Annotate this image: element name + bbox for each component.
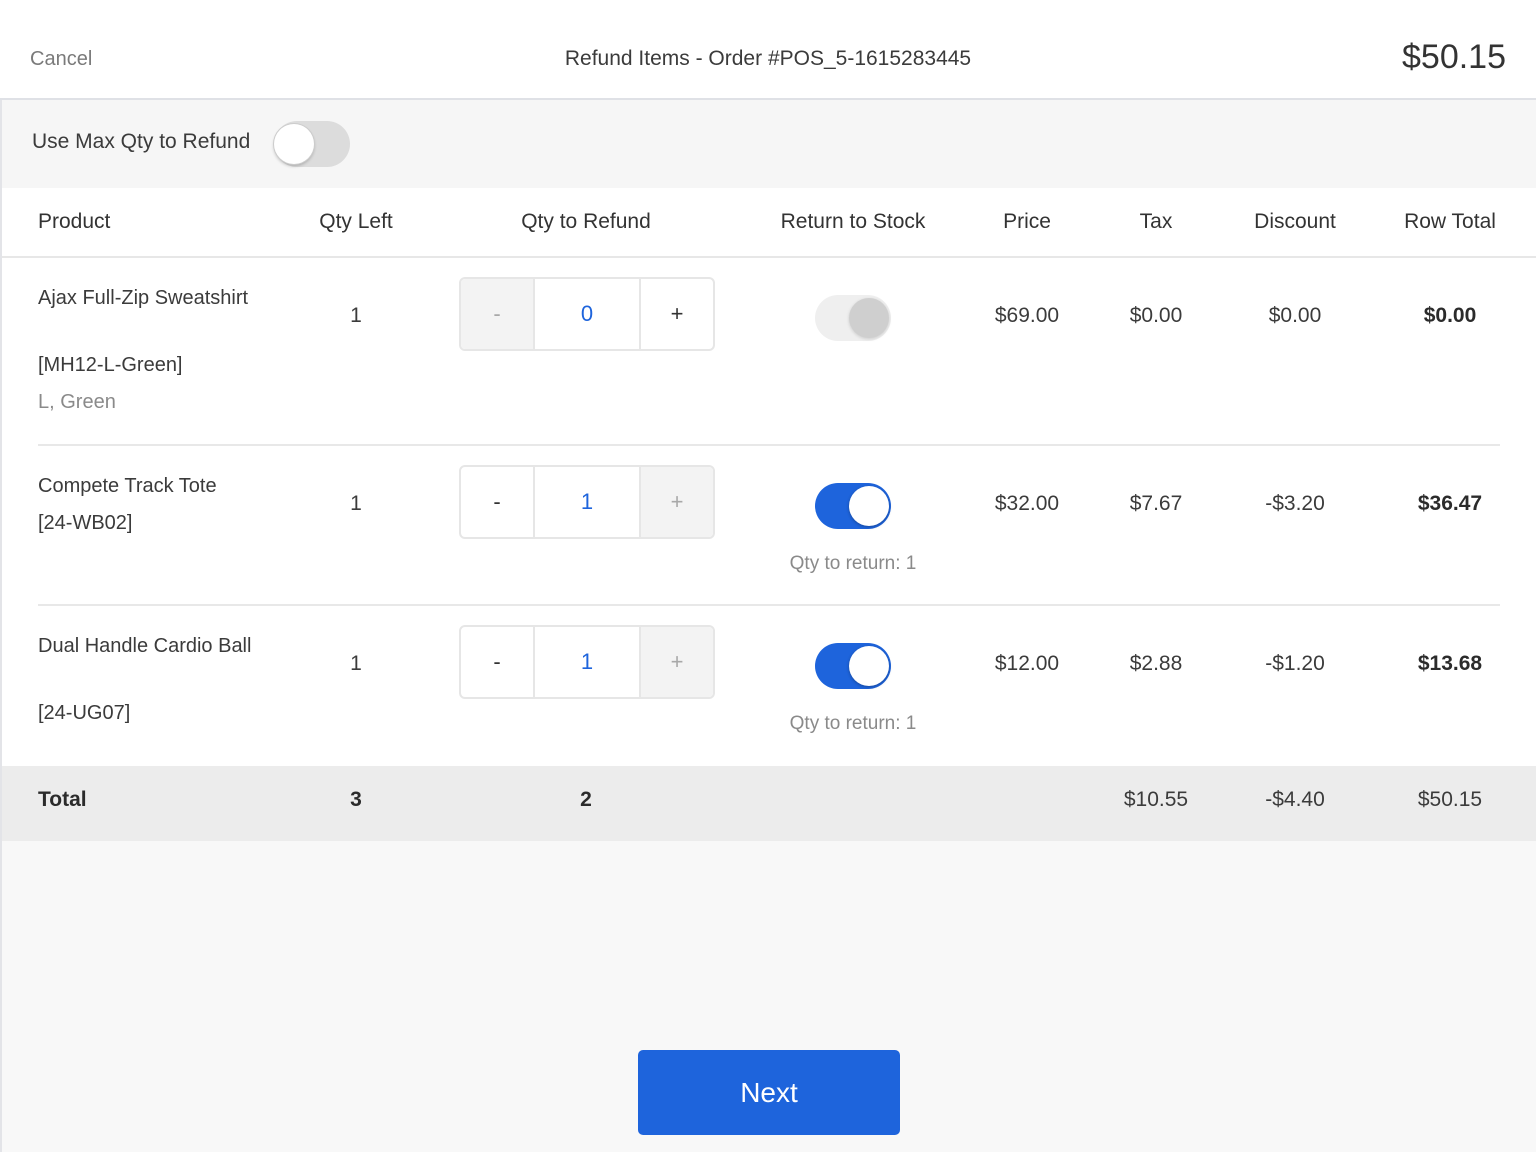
max-qty-toggle[interactable] (274, 121, 350, 167)
return-to-stock-toggle (815, 295, 891, 341)
toggle-knob (849, 486, 889, 526)
qty-to-refund-stepper: - + (459, 625, 715, 699)
tax: $7.67 (1129, 492, 1183, 515)
discount: $0.00 (1268, 304, 1322, 327)
return-to-stock-toggle[interactable] (815, 643, 891, 689)
row-total: $36.47 (1417, 492, 1483, 515)
qty-to-refund-value (533, 627, 641, 697)
column-header-return-to-stock: Return to Stock (780, 210, 926, 233)
toggle-knob (849, 298, 889, 338)
discount: -$1.20 (1265, 652, 1325, 675)
qty-left: 1 (350, 652, 362, 675)
column-header-qty-to-refund: Qty to Refund (521, 210, 651, 233)
totals-tax: $10.55 (1123, 788, 1189, 811)
product-name: Compete Track Tote (38, 475, 217, 497)
next-button[interactable]: Next (638, 1050, 900, 1135)
qty-to-refund-input[interactable] (535, 301, 639, 327)
product-sku: [24-WB02] (38, 512, 133, 534)
qty-to-refund-input[interactable] (535, 489, 639, 515)
decrement-button[interactable]: - (461, 627, 533, 697)
price: $12.00 (994, 652, 1060, 675)
qty-to-refund-value (533, 467, 641, 537)
table-row: Ajax Full-Zip Sweatshirt [MH12-L-Green] … (2, 258, 1536, 446)
product-sku: [24-UG07] (38, 702, 131, 724)
tax: $2.88 (1129, 652, 1183, 675)
return-to-stock-toggle[interactable] (815, 483, 891, 529)
product-sku: [MH12-L-Green] (38, 354, 183, 376)
table-row: Dual Handle Cardio Ball [24-UG07] 1 - + … (2, 606, 1536, 766)
qty-to-return-text: Qty to return: 1 (789, 713, 917, 734)
column-header-product: Product (38, 210, 111, 233)
decrement-button[interactable]: - (461, 467, 533, 537)
qty-left: 1 (350, 304, 362, 327)
qty-to-return-text: Qty to return: 1 (789, 553, 917, 574)
qty-to-refund-input[interactable] (535, 649, 639, 675)
qty-left: 1 (350, 492, 362, 515)
page-title: Refund Items - Order #POS_5-1615283445 (564, 47, 972, 70)
totals-label: Total (38, 788, 87, 811)
toggle-knob (274, 124, 314, 164)
table-row: Compete Track Tote [24-WB02] 1 - + Qty t… (2, 446, 1536, 606)
column-header-discount: Discount (1254, 210, 1336, 233)
max-qty-label: Use Max Qty to Refund (32, 130, 251, 153)
column-header-price: Price (1003, 210, 1051, 233)
max-qty-bar: Use Max Qty to Refund (2, 100, 1536, 188)
decrement-button[interactable]: - (461, 279, 533, 349)
product-name: Dual Handle Cardio Ball (38, 635, 252, 657)
tax: $0.00 (1129, 304, 1183, 327)
refund-total-amount: $50.15 (1402, 38, 1506, 76)
price: $69.00 (994, 304, 1060, 327)
totals-qty-to-refund: 2 (580, 788, 592, 811)
increment-button[interactable]: + (641, 467, 713, 537)
totals-row-total: $50.15 (1417, 788, 1483, 811)
price: $32.00 (994, 492, 1060, 515)
header-bar: Cancel Refund Items - Order #POS_5-16152… (0, 0, 1536, 100)
qty-to-refund-stepper: - + (459, 465, 715, 539)
row-total: $0.00 (1423, 304, 1477, 327)
column-header-row-total: Row Total (1404, 210, 1496, 233)
increment-button[interactable]: + (641, 627, 713, 697)
column-header-tax: Tax (1139, 210, 1173, 233)
totals-row: Total 3 2 $10.55 -$4.40 $50.15 (2, 766, 1536, 841)
table-header: Product Qty Left Qty to Refund Return to… (2, 188, 1536, 258)
qty-to-refund-stepper: - + (459, 277, 715, 351)
totals-discount: -$4.40 (1265, 788, 1325, 811)
column-header-qty-left: Qty Left (319, 210, 393, 233)
discount: -$3.20 (1265, 492, 1325, 515)
qty-to-refund-value (533, 279, 641, 349)
product-name: Ajax Full-Zip Sweatshirt (38, 287, 249, 309)
row-total: $13.68 (1417, 652, 1483, 675)
increment-button[interactable]: + (641, 279, 713, 349)
product-options: L, Green (38, 391, 116, 413)
toggle-knob (849, 646, 889, 686)
refund-items-table: Product Qty Left Qty to Refund Return to… (2, 188, 1536, 841)
totals-qty-left: 3 (350, 788, 362, 811)
